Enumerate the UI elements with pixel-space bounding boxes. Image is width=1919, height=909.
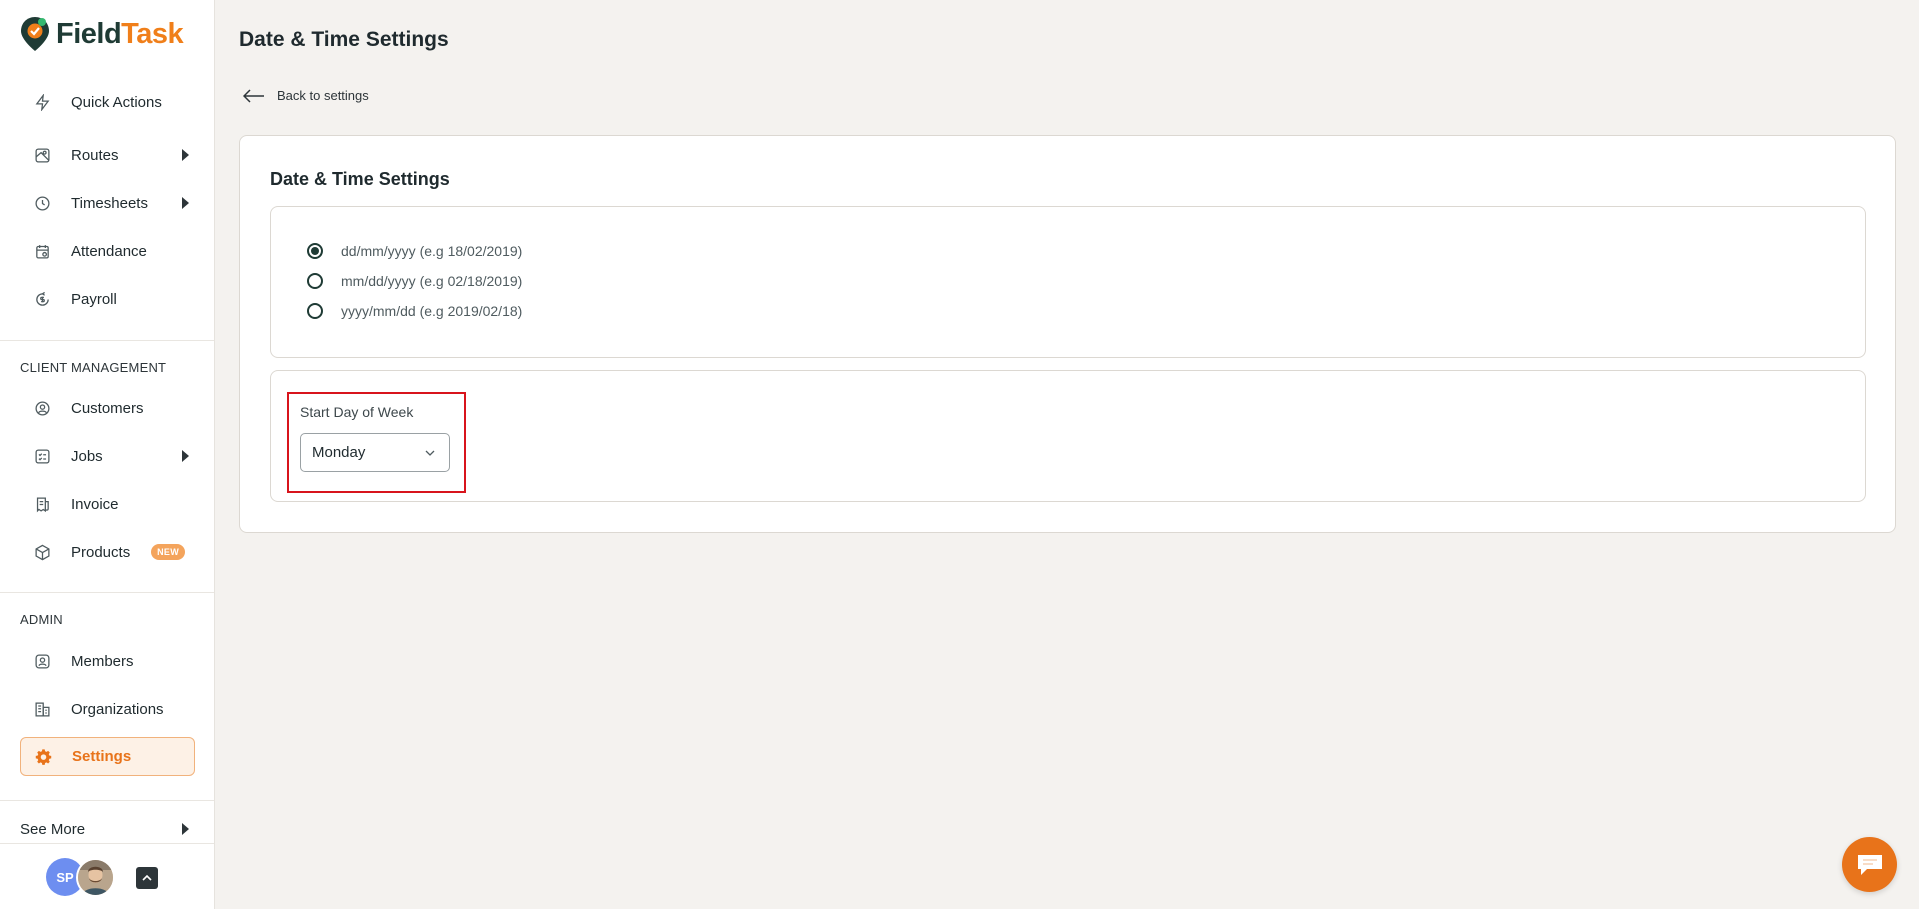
sidebar-item-label: Timesheets	[71, 194, 148, 212]
sidebar-item-label: Products	[71, 543, 131, 561]
radio-label: mm/dd/yyyy (e.g 02/18/2019)	[341, 273, 523, 289]
expand-user-menu-button[interactable]	[136, 867, 158, 889]
radio-button[interactable]	[307, 303, 323, 319]
sidebar-item-members[interactable]: Members	[20, 643, 195, 679]
user-avatar[interactable]	[76, 858, 115, 897]
sidebar-item-customers[interactable]: Customers	[20, 390, 195, 426]
start-day-panel: Start Day of Week Monday	[270, 370, 1866, 502]
see-more-label: See More	[20, 820, 86, 838]
new-badge: NEW	[151, 544, 185, 560]
sidebar-item-label: Payroll	[71, 290, 117, 308]
caret-right-icon	[182, 197, 189, 209]
sidebar-item-products[interactable]: Products NEW	[20, 534, 195, 570]
chat-bubble-icon	[1857, 854, 1882, 875]
brand-name-part2: Task	[121, 17, 184, 50]
card-title: Date & Time Settings	[270, 169, 450, 189]
brand-logo[interactable]: FieldTask	[20, 14, 184, 54]
caret-right-icon	[182, 823, 189, 835]
sidebar-item-settings[interactable]: Settings	[20, 737, 195, 776]
sidebar-item-label: Organizations	[71, 700, 164, 718]
date-format-option-yyyy-mm-dd[interactable]: yyyy/mm/dd (e.g 2019/02/18)	[307, 303, 522, 319]
section-heading-admin: ADMIN	[20, 612, 63, 627]
back-to-settings-link[interactable]: Back to settings	[243, 88, 369, 103]
sidebar-item-quick-actions[interactable]: Quick Actions	[20, 84, 195, 120]
user-square-icon	[33, 652, 51, 670]
brand-name-part1: Field	[56, 17, 122, 50]
caret-right-icon	[182, 450, 189, 462]
start-day-select[interactable]: Monday	[300, 433, 450, 472]
sidebar-item-label: Customers	[71, 399, 144, 417]
sidebar-item-organizations[interactable]: Organizations	[20, 691, 195, 727]
page-title: Date & Time Settings	[239, 28, 449, 51]
divider	[0, 800, 214, 801]
arrow-left-icon	[243, 88, 264, 103]
sidebar-item-label: Attendance	[71, 242, 147, 260]
back-link-label: Back to settings	[277, 88, 369, 103]
user-bar: SP	[0, 843, 214, 909]
radio-button[interactable]	[307, 273, 323, 289]
calendar-check-icon	[33, 242, 51, 260]
start-day-value: Monday	[312, 444, 366, 461]
map-pin-logo-icon	[21, 17, 49, 51]
chevron-up-icon	[142, 874, 152, 881]
person-photo-icon	[78, 860, 113, 895]
box-icon	[33, 543, 51, 561]
sidebar-item-label: Members	[71, 652, 134, 670]
radio-button-selected[interactable]	[307, 243, 323, 259]
gear-icon	[34, 748, 52, 766]
sidebar-item-invoice[interactable]: Invoice	[20, 486, 195, 522]
start-day-label: Start Day of Week	[300, 404, 414, 420]
radio-label: dd/mm/yyyy (e.g 18/02/2019)	[341, 243, 523, 259]
sidebar-item-routes[interactable]: Routes	[20, 137, 195, 173]
lightning-icon	[33, 93, 51, 111]
sidebar-item-payroll[interactable]: Payroll	[20, 281, 195, 317]
user-circle-icon	[33, 399, 51, 417]
caret-right-icon	[182, 149, 189, 161]
radio-label: yyyy/mm/dd (e.g 2019/02/18)	[341, 303, 523, 319]
divider	[0, 592, 214, 593]
divider	[0, 340, 214, 341]
receipt-icon	[33, 495, 51, 513]
sidebar-item-jobs[interactable]: Jobs	[20, 438, 195, 474]
sidebar-item-attendance[interactable]: Attendance	[20, 233, 195, 269]
section-heading-client-management: CLIENT MANAGEMENT	[20, 360, 167, 375]
brand-name: FieldTask	[56, 17, 184, 50]
date-format-option-mm-dd-yyyy[interactable]: mm/dd/yyyy (e.g 02/18/2019)	[307, 273, 522, 289]
map-icon	[33, 146, 51, 164]
sidebar-item-label: Jobs	[71, 447, 103, 465]
sidebar-item-label: Quick Actions	[71, 93, 162, 111]
clock-icon	[33, 194, 51, 212]
app-root: FieldTask Quick Actions Routes Timesheet…	[0, 0, 1919, 909]
sidebar-item-label: Settings	[72, 748, 132, 765]
checklist-icon	[33, 447, 51, 465]
sidebar-item-timesheets[interactable]: Timesheets	[20, 185, 195, 221]
chat-support-button[interactable]	[1842, 837, 1897, 892]
dollar-cycle-icon	[33, 290, 51, 308]
date-format-panel: dd/mm/yyyy (e.g 18/02/2019) mm/dd/yyyy (…	[270, 206, 1866, 358]
see-more-toggle[interactable]: See More	[20, 818, 195, 840]
sidebar-item-label: Invoice	[71, 495, 119, 513]
building-icon	[33, 700, 51, 718]
sidebar-item-label: Routes	[71, 146, 119, 164]
date-time-settings-card: Date & Time Settings dd/mm/yyyy (e.g 18/…	[239, 135, 1896, 533]
date-format-option-dd-mm-yyyy[interactable]: dd/mm/yyyy (e.g 18/02/2019)	[307, 243, 522, 259]
chevron-down-icon	[425, 450, 435, 456]
sidebar: FieldTask Quick Actions Routes Timesheet…	[0, 0, 215, 909]
